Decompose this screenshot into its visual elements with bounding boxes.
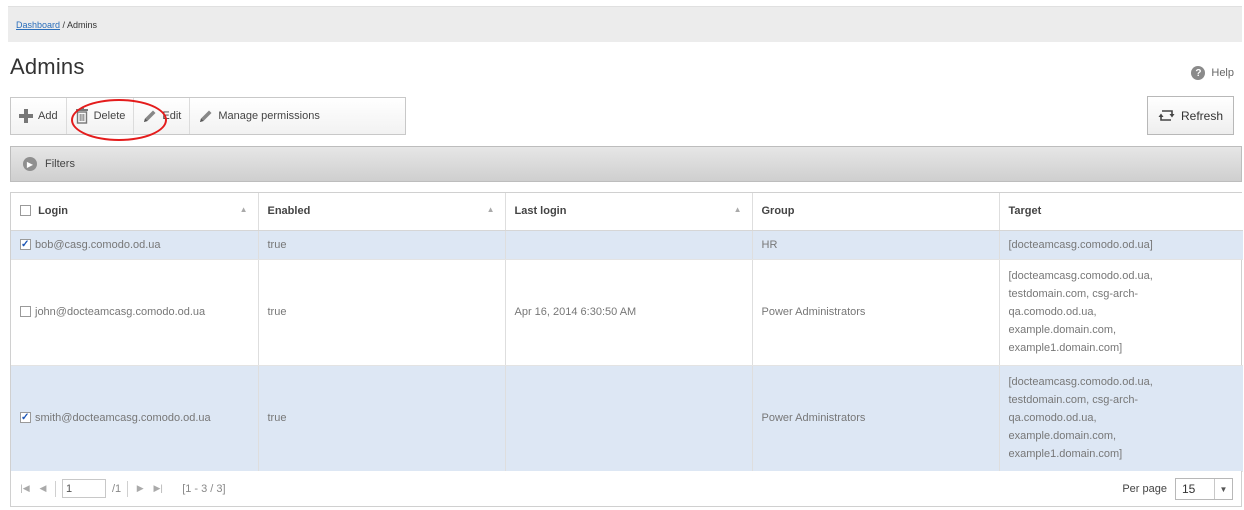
column-header-login[interactable]: Login ▲ <box>11 193 259 231</box>
select-all-checkbox[interactable] <box>20 205 31 217</box>
chevron-down-icon: ▼ <box>1214 479 1232 499</box>
help-icon: ? <box>1191 66 1206 80</box>
table-row[interactable]: smith@docteamcasg.comodo.od.ua true Powe… <box>11 365 1243 472</box>
help-label: Help <box>1211 67 1234 79</box>
group-cell: HR <box>752 230 1000 260</box>
add-button[interactable]: Add <box>11 98 67 134</box>
record-range: [1 - 3 / 3] <box>182 482 226 495</box>
login-value: john@docteamcasg.comodo.od.ua <box>35 306 206 318</box>
login-value: bob@casg.comodo.od.ua <box>35 238 161 251</box>
manage-permissions-label: Manage permissions <box>218 110 320 122</box>
row-checkbox[interactable] <box>20 409 31 427</box>
trash-icon <box>75 108 88 124</box>
column-header-target[interactable]: Target <box>999 193 1243 231</box>
last-login-cell: Apr 16, 2014 6:30:50 AM <box>505 259 753 366</box>
sort-icon: ▲ <box>239 205 248 214</box>
manage-permissions-button[interactable]: Manage permissions <box>190 98 328 134</box>
page-number-input[interactable] <box>62 479 106 498</box>
target-cell: [docteamcasg.comodo.od.ua] <box>999 230 1243 260</box>
sort-icon: ▲ <box>486 205 495 214</box>
column-header-label: Target <box>1008 205 1042 218</box>
divider <box>127 480 129 497</box>
filters-label: Filters <box>45 158 75 170</box>
per-page-value: 15 <box>1182 482 1196 496</box>
column-header-label: Login <box>38 205 68 218</box>
refresh-icon <box>1158 110 1175 121</box>
page-title: Admins <box>10 54 85 79</box>
refresh-button[interactable]: Refresh <box>1147 96 1234 135</box>
column-header-label: Enabled <box>267 205 311 218</box>
divider <box>55 480 56 497</box>
target-cell: [docteamcasg.comodo.od.ua, testdomain.co… <box>999 365 1243 472</box>
group-cell: Power Administrators <box>752 365 1000 472</box>
delete-button[interactable]: Delete <box>67 98 135 134</box>
per-page-control: Per page 15 ▼ <box>1122 478 1233 500</box>
group-cell: Power Administrators <box>752 259 1000 366</box>
toolbar: Add Delete Edit Manage permissions <box>10 97 406 135</box>
filters-toggle[interactable]: ▶ Filters <box>10 146 1242 182</box>
column-header-label: Last login <box>514 205 567 218</box>
admins-table: Login ▲ Enabled ▲ Last login ▲ Group Tar… <box>10 192 1243 473</box>
enabled-cell: true <box>258 230 506 260</box>
login-cell: bob@casg.comodo.od.ua <box>11 230 259 260</box>
delete-label: Delete <box>93 110 126 122</box>
help-link[interactable]: ? Help <box>1191 66 1234 80</box>
prev-page-icon[interactable]: ◀ <box>37 483 49 494</box>
refresh-label: Refresh <box>1180 108 1224 123</box>
sort-icon: ▲ <box>733 205 742 214</box>
breadcrumb-current: / Admins <box>60 20 98 30</box>
pencil-icon <box>200 110 212 122</box>
column-header-enabled[interactable]: Enabled ▲ <box>258 193 506 231</box>
pencil-icon <box>144 110 156 122</box>
arrow-right-circle-icon: ▶ <box>23 157 37 171</box>
login-cell: john@docteamcasg.comodo.od.ua <box>11 259 259 366</box>
pagination-bar: |◀ ◀ /1 ▶ ▶| [1 - 3 / 3] Per page 15 ▼ <box>10 471 1242 507</box>
page-total: /1 <box>112 482 122 495</box>
breadcrumb-dashboard-link[interactable]: Dashboard <box>16 20 60 30</box>
column-header-label: Group <box>761 205 795 218</box>
enabled-cell: true <box>258 259 506 366</box>
row-checkbox[interactable] <box>20 306 31 317</box>
row-checkbox[interactable] <box>20 236 31 254</box>
target-cell: [docteamcasg.comodo.od.ua, testdomain.co… <box>999 259 1243 366</box>
column-header-group[interactable]: Group <box>752 193 1000 231</box>
last-login-cell <box>505 365 753 472</box>
enabled-cell: true <box>258 365 506 472</box>
last-login-cell <box>505 230 753 260</box>
breadcrumb: Dashboard / Admins <box>8 6 1242 42</box>
table-row[interactable]: bob@casg.comodo.od.ua true HR [docteamca… <box>11 230 1243 260</box>
next-page-icon[interactable]: ▶ <box>134 483 146 494</box>
per-page-select[interactable]: 15 ▼ <box>1175 478 1233 500</box>
add-label: Add <box>38 110 58 122</box>
per-page-label: Per page <box>1122 483 1167 495</box>
login-cell: smith@docteamcasg.comodo.od.ua <box>11 365 259 472</box>
plus-icon <box>19 109 33 123</box>
login-value: smith@docteamcasg.comodo.od.ua <box>35 412 211 424</box>
last-page-icon[interactable]: ▶| <box>152 483 164 494</box>
edit-button[interactable]: Edit <box>134 98 191 134</box>
edit-label: Edit <box>162 110 182 122</box>
first-page-icon[interactable]: |◀ <box>19 483 31 494</box>
table-row[interactable]: john@docteamcasg.comodo.od.ua true Apr 1… <box>11 259 1243 366</box>
column-header-last-login[interactable]: Last login ▲ <box>505 193 753 231</box>
